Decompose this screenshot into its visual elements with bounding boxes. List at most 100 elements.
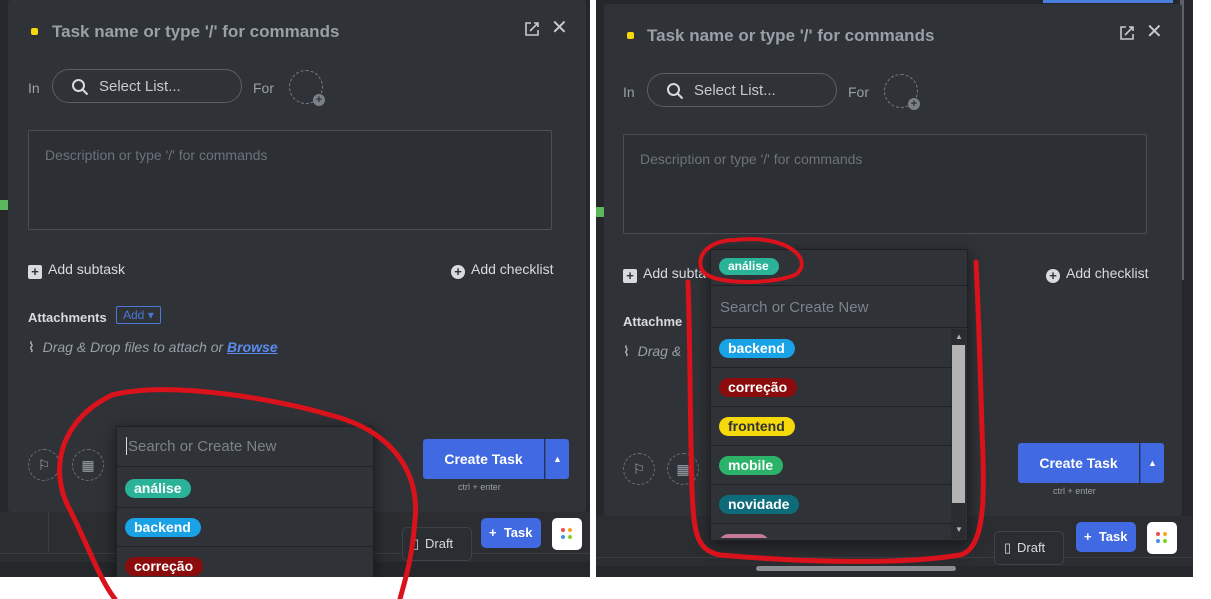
draft-icon: ▯ [412,536,420,551]
divider [48,512,49,554]
create-task-button[interactable]: Create Task [1018,443,1139,483]
tag-option[interactable]: frontend [711,407,951,446]
scroll-thumb[interactable] [952,345,965,503]
add-subtask-label: Add subtask [48,261,126,277]
tag-option[interactable]: backend [117,508,373,547]
drop-zone[interactable]: ⌇ Drag & Drop files to attach or Browse [28,339,278,356]
create-task-shortcut-hint: ctrl + enter [1053,486,1096,496]
tag-option[interactable]: análise [117,469,373,508]
tag-chip: frontend [719,417,795,436]
tag-chip: correção [125,557,204,576]
select-list-label: Select List... [99,78,181,95]
browse-link[interactable]: Browse [227,339,278,355]
tag-option-partial[interactable] [711,524,951,538]
add-subtask-button[interactable]: + Add subtask [28,261,125,279]
tag-option[interactable]: novidade [711,485,951,524]
priority-flag-icon[interactable]: ⚐ [623,453,655,485]
plus-circle-icon: + [451,265,465,279]
tag-option[interactable]: correção [711,368,951,407]
tag-chip: mobile [719,456,784,475]
draft-label: Draft [425,536,454,551]
left-screenshot-panel: Task name or type '/' for commands ✕ In … [0,0,590,577]
tag-option[interactable]: correção [117,547,373,577]
scroll-down-icon[interactable]: ▼ [955,525,963,534]
tag-search-input[interactable]: Search or Create New [117,427,373,467]
new-task-button[interactable]: + Task [481,518,541,548]
create-task-shortcut-hint: ctrl + enter [458,482,501,492]
add-assignee-icon: + [313,94,325,106]
for-label: For [253,80,274,96]
add-checklist-label: Add checklist [471,261,554,277]
draft-button[interactable]: ▯ Draft [402,527,472,561]
tag-chip: backend [719,339,795,358]
scroll-up-icon[interactable]: ▲ [955,332,963,341]
tag-dropdown: análise Search or Create New backend cor… [710,249,968,541]
drop-zone[interactable]: ⌇ Drag & [623,343,681,360]
task-button-label: Task [503,525,533,540]
create-task-options-button[interactable]: ▲ [545,439,569,479]
close-icon[interactable]: ✕ [1146,22,1163,42]
plus-circle-icon: + [1046,269,1060,283]
plus-icon: + [489,525,497,540]
right-screenshot-panel: Task name or type '/' for commands ✕ In … [596,0,1193,577]
task-status-dot[interactable] [627,32,634,39]
draft-icon: ▯ [1004,540,1012,555]
plus-square-icon: + [623,269,637,283]
close-icon[interactable]: ✕ [551,18,568,38]
priority-flag-icon[interactable]: ⚐ [28,449,60,481]
select-list-dropdown[interactable]: Select List... [647,73,837,107]
tag-option[interactable]: backend [711,329,951,368]
task-button-label: Task [1098,529,1128,544]
attachments-add-label: Add [123,308,145,322]
tag-chip [719,534,769,538]
expand-icon[interactable] [523,20,541,43]
horizontal-scrollbar[interactable] [756,566,956,571]
add-checklist-label: Add checklist [1066,265,1149,281]
tag-chip: correção [719,378,798,397]
select-list-dropdown[interactable]: Select List... [52,69,242,103]
due-date-icon[interactable]: ▦ [667,453,699,485]
selected-tags-row: análise [711,250,967,286]
task-name-input[interactable]: Task name or type '/' for commands [52,22,339,42]
add-assignee-icon: + [908,98,920,110]
select-list-label: Select List... [694,82,776,99]
in-label: In [623,84,635,100]
tag-search-placeholder: Search or Create New [128,438,277,455]
plus-square-icon: + [28,265,42,279]
tag-chip: novidade [719,495,800,514]
tag-dropdown: Search or Create New análise backend cor… [116,426,374,577]
new-task-button[interactable]: + Task [1076,522,1136,552]
in-label: In [28,80,40,96]
description-field[interactable]: Description or type '/' for commands [623,134,1147,234]
add-checklist-button[interactable]: + Add checklist [1046,265,1148,283]
add-checklist-button[interactable]: + Add checklist [451,261,553,279]
tag-list-scrollbar[interactable]: ▲ ▼ [951,329,966,539]
tag-option[interactable]: mobile [711,446,951,485]
create-task-options-button[interactable]: ▲ [1140,443,1164,483]
apps-grid-icon[interactable] [552,518,582,550]
expand-icon[interactable] [1118,24,1136,47]
drag-drop-text: Drag & Drop files to attach or [42,339,224,355]
description-field[interactable]: Description or type '/' for commands [28,130,552,230]
divider [596,557,1193,558]
draft-label: Draft [1017,540,1046,555]
tag-chip: análise [125,479,192,498]
plus-icon: + [1084,529,1092,544]
add-subtask-button[interactable]: + Add subta [623,265,706,283]
task-status-dot[interactable] [31,28,38,35]
task-name-input[interactable]: Task name or type '/' for commands [647,26,934,46]
due-date-icon[interactable]: ▦ [72,449,104,481]
apps-grid-icon[interactable] [1147,522,1177,554]
search-icon [667,83,684,100]
assignee-picker[interactable]: + [884,74,920,110]
create-task-button[interactable]: Create Task [423,439,544,479]
selected-tag-chip[interactable]: análise [719,258,779,275]
attachments-label: Attachme [623,314,683,329]
assignee-picker[interactable]: + [289,70,325,106]
attachments-add-dropdown[interactable]: Add ▾ [116,306,161,324]
draft-button[interactable]: ▯ Draft [994,531,1064,565]
tag-search-input[interactable]: Search or Create New [711,288,967,328]
attachments-label: Attachments [28,310,107,325]
status-marker [0,200,8,210]
for-label: For [848,84,869,100]
